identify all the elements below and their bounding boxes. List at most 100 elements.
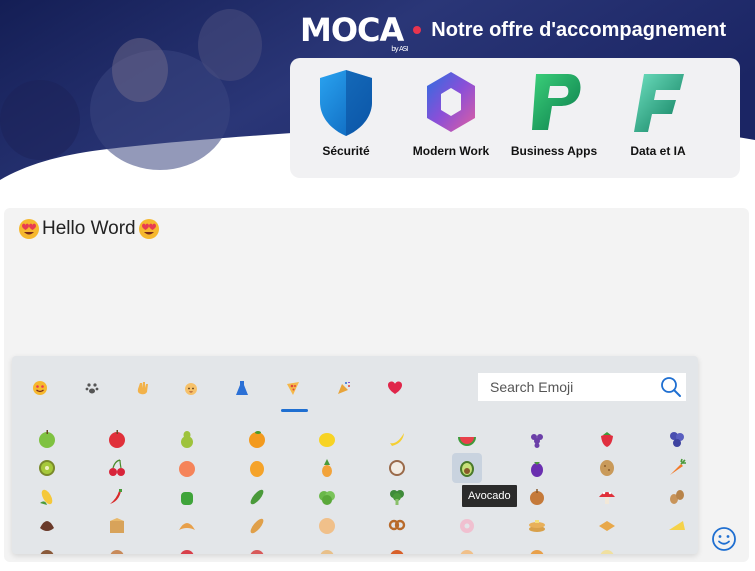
carrot-icon [670, 458, 686, 475]
emoji-leafy-green[interactable] [314, 484, 340, 510]
pretzel-icon [388, 519, 406, 531]
emoji-search-input[interactable] [478, 373, 654, 401]
emoji-red-apple[interactable] [104, 426, 130, 452]
emoji-broccoli[interactable] [384, 484, 410, 510]
emoji-partial-row[interactable] [174, 542, 200, 554]
emoji-strawberry[interactable] [594, 426, 620, 452]
emoji-corn[interactable] [34, 484, 60, 510]
emoji-partial-row[interactable] [34, 542, 60, 554]
emoji-partial-row[interactable] [384, 542, 410, 554]
peanuts-icon [670, 490, 684, 504]
search-icon[interactable] [660, 376, 682, 398]
emoji-blueberries[interactable] [664, 426, 690, 452]
emoji-grapes[interactable] [524, 426, 550, 452]
emoji-waffle[interactable] [594, 513, 620, 539]
peach-icon [179, 461, 195, 477]
heart-icon [388, 381, 402, 394]
emoji-avocado[interactable] [452, 453, 482, 483]
emoji-mango[interactable] [244, 455, 270, 481]
emoji-pear[interactable] [174, 426, 200, 452]
emoji-partial-row[interactable] [314, 542, 340, 554]
eggplant-icon [531, 462, 543, 477]
smiley-icon [33, 381, 47, 395]
dress-icon [236, 381, 248, 395]
category-clothing-tab[interactable] [231, 377, 253, 399]
active-category-indicator [281, 409, 308, 412]
grapes-icon [531, 434, 543, 448]
editor-text: Hello Word [42, 218, 136, 239]
shield-icon [320, 70, 372, 136]
kiwi-icon [39, 460, 55, 476]
emoji-cherries[interactable] [104, 455, 130, 481]
category-symbols-tab[interactable] [384, 377, 406, 399]
smiling-face-with-heart-eyes-icon [138, 219, 159, 239]
emoji-partial-row[interactable] [454, 542, 480, 554]
emoji-tangerine[interactable] [244, 426, 270, 452]
emoji-onion[interactable] [524, 484, 550, 510]
emoji-partial-row[interactable] [104, 542, 130, 554]
emoji-potato[interactable] [594, 455, 620, 481]
emoji-mushroom[interactable] [594, 484, 620, 510]
offer-business-apps[interactable]: Business Apps [504, 66, 604, 158]
offer-securite[interactable]: Sécurité [296, 66, 396, 158]
baby-face-icon [185, 383, 197, 395]
power-platform-icon [532, 74, 581, 130]
category-food-tab[interactable] [282, 377, 304, 399]
emoji-carrot[interactable] [664, 455, 690, 481]
offer-label: Business Apps [510, 144, 598, 158]
partial-emoji-icon [600, 550, 614, 554]
emoji-cheese[interactable] [664, 513, 690, 539]
emoji-bagel[interactable] [454, 513, 480, 539]
emoji-search-box [478, 373, 686, 401]
emoji-pretzel[interactable] [384, 513, 410, 539]
category-smileys-tab[interactable] [29, 377, 51, 399]
category-celebration-tab[interactable] [333, 377, 355, 399]
category-people-tab[interactable] [131, 377, 153, 399]
emoji-flatbread[interactable] [314, 513, 340, 539]
banner-title: Notre offre d'accompagnement [431, 18, 727, 41]
avocado-icon [460, 461, 474, 477]
brand-dot [413, 26, 422, 34]
banner: MOCA by ASI Notre offre d'accompagnement … [0, 0, 755, 185]
emoji-chestnut[interactable] [34, 513, 60, 539]
lemon-icon [319, 433, 335, 447]
pizza-icon [287, 382, 299, 395]
emoji-coconut[interactable] [384, 455, 410, 481]
smiling-face-with-heart-eyes-icon [19, 219, 39, 239]
emoji-croissant[interactable] [174, 513, 200, 539]
chestnut-icon [40, 521, 54, 531]
emoji-toggle-button[interactable] [711, 526, 737, 552]
category-animals-tab[interactable] [81, 377, 103, 399]
emoji-partial-row[interactable] [594, 542, 620, 554]
box-icon [110, 518, 124, 533]
emoji-peanuts[interactable] [664, 484, 690, 510]
hot-pepper-icon [110, 489, 122, 504]
emoji-hot-pepper[interactable] [104, 484, 130, 510]
offer-modern-work[interactable]: Modern Work [401, 66, 501, 158]
emoji-pancakes[interactable] [524, 513, 550, 539]
partial-emoji-icon [530, 550, 544, 554]
emoji-partial-row[interactable] [524, 542, 550, 554]
emoji-banana[interactable] [384, 426, 410, 452]
emoji-partial-row[interactable] [244, 542, 270, 554]
emoji-bell-pepper[interactable] [174, 484, 200, 510]
microsoft365-icon [427, 72, 475, 132]
emoji-eggplant[interactable] [524, 455, 550, 481]
emoji-pineapple[interactable] [314, 455, 340, 481]
emoji-box[interactable] [104, 513, 130, 539]
bell-pepper-icon [181, 492, 193, 505]
editor-content[interactable]: Hello Word [18, 218, 160, 240]
emoji-baguette[interactable] [244, 513, 270, 539]
category-baby-tab[interactable] [180, 377, 202, 399]
emoji-watermelon[interactable] [454, 426, 480, 452]
waving-hand-icon [137, 382, 148, 395]
emoji-cucumber[interactable] [244, 484, 270, 510]
offer-data-ia[interactable]: Data et IA [608, 66, 708, 158]
strawberry-icon [601, 432, 613, 447]
partial-emoji-icon [460, 550, 474, 554]
paw-icon [85, 383, 99, 394]
emoji-lemon[interactable] [314, 426, 340, 452]
emoji-green-apple[interactable] [34, 426, 60, 452]
emoji-kiwi[interactable] [34, 455, 60, 481]
emoji-peach[interactable] [174, 455, 200, 481]
